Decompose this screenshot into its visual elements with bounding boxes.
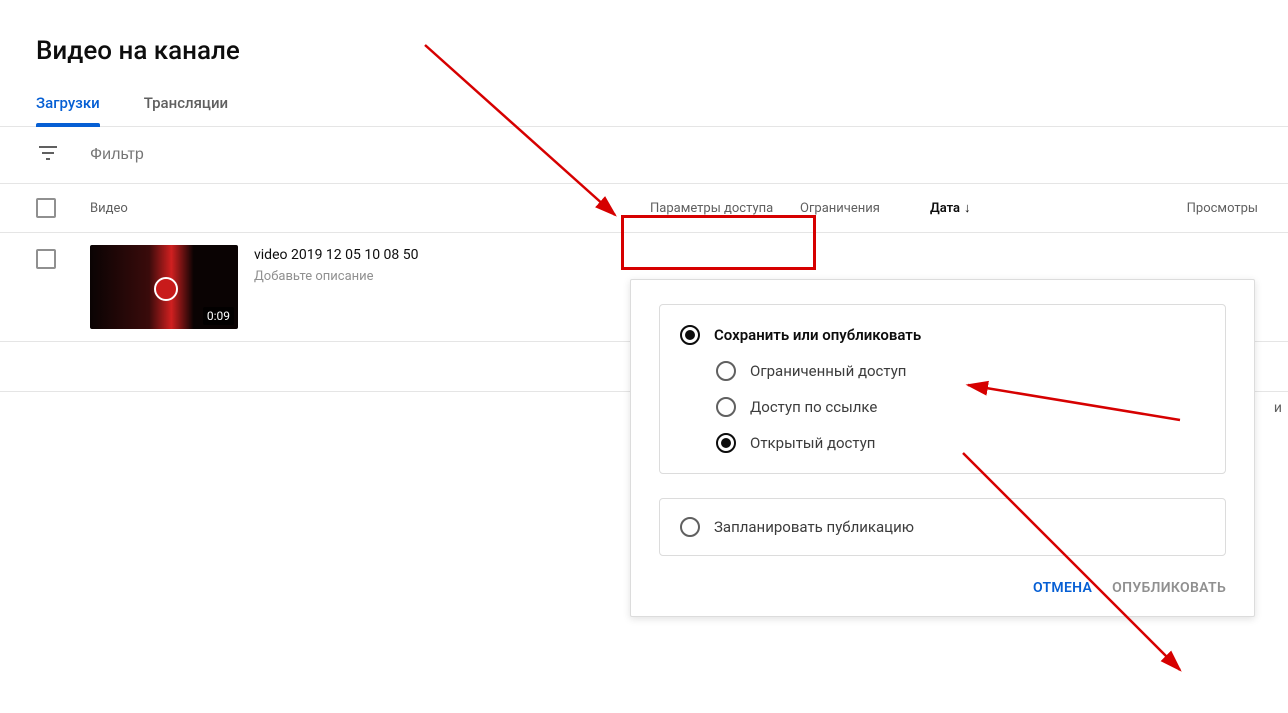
filter-input[interactable]: [90, 146, 390, 164]
row-checkbox[interactable]: [36, 249, 56, 269]
radio-icon: [716, 361, 736, 381]
option-save-or-publish[interactable]: Сохранить или опубликовать: [680, 325, 1205, 345]
col-video: Видео: [90, 201, 650, 216]
tabs-bar: Загрузки Трансляции: [0, 66, 1288, 127]
select-all-checkbox[interactable]: [36, 198, 56, 218]
radio-icon: [680, 517, 700, 537]
col-date-label: Дата: [930, 201, 960, 216]
video-meta: video 2019 12 05 10 08 50 Добавьте описа…: [254, 245, 418, 284]
truncated-text: и: [1274, 400, 1282, 416]
radio-icon: [716, 433, 736, 453]
radio-icon: [716, 397, 736, 417]
video-thumbnail[interactable]: 0:09: [90, 245, 238, 329]
publish-button[interactable]: ОПУБЛИКОВАТЬ: [1112, 580, 1226, 596]
option-schedule[interactable]: Запланировать публикацию: [680, 517, 1205, 537]
col-access[interactable]: Параметры доступа: [650, 201, 800, 216]
tab-uploads[interactable]: Загрузки: [36, 94, 100, 126]
page-title: Видео на канале: [0, 0, 1288, 66]
video-title[interactable]: video 2019 12 05 10 08 50: [254, 247, 418, 263]
option-unlisted[interactable]: Доступ по ссылке: [716, 397, 1205, 417]
radio-icon: [680, 325, 700, 345]
publish-group: Сохранить или опубликовать Ограниченный …: [659, 304, 1226, 474]
col-date[interactable]: Дата ↓: [930, 200, 1020, 216]
option-label: Открытый доступ: [750, 434, 875, 452]
dropdown-actions: ОТМЕНА ОПУБЛИКОВАТЬ: [631, 556, 1254, 602]
filter-icon[interactable]: [36, 141, 60, 169]
table-header: Видео Параметры доступа Ограничения Дата…: [0, 184, 1288, 233]
option-private[interactable]: Ограниченный доступ: [716, 361, 1205, 381]
video-description-placeholder[interactable]: Добавьте описание: [254, 269, 418, 284]
option-label: Запланировать публикацию: [714, 518, 914, 536]
col-views[interactable]: Просмотры: [1187, 201, 1258, 216]
tab-live[interactable]: Трансляции: [144, 94, 228, 126]
arrow-down-icon: ↓: [964, 200, 971, 216]
option-label: Доступ по ссылке: [750, 398, 877, 416]
col-restrictions[interactable]: Ограничения: [800, 201, 930, 216]
filter-row: [0, 127, 1288, 184]
option-public[interactable]: Открытый доступ: [716, 433, 1205, 453]
option-label: Ограниченный доступ: [750, 362, 906, 380]
option-label: Сохранить или опубликовать: [714, 326, 921, 344]
cancel-button[interactable]: ОТМЕНА: [1033, 580, 1092, 596]
video-duration: 0:09: [203, 307, 234, 325]
schedule-group: Запланировать публикацию: [659, 498, 1226, 556]
access-dropdown: Сохранить или опубликовать Ограниченный …: [630, 279, 1255, 617]
